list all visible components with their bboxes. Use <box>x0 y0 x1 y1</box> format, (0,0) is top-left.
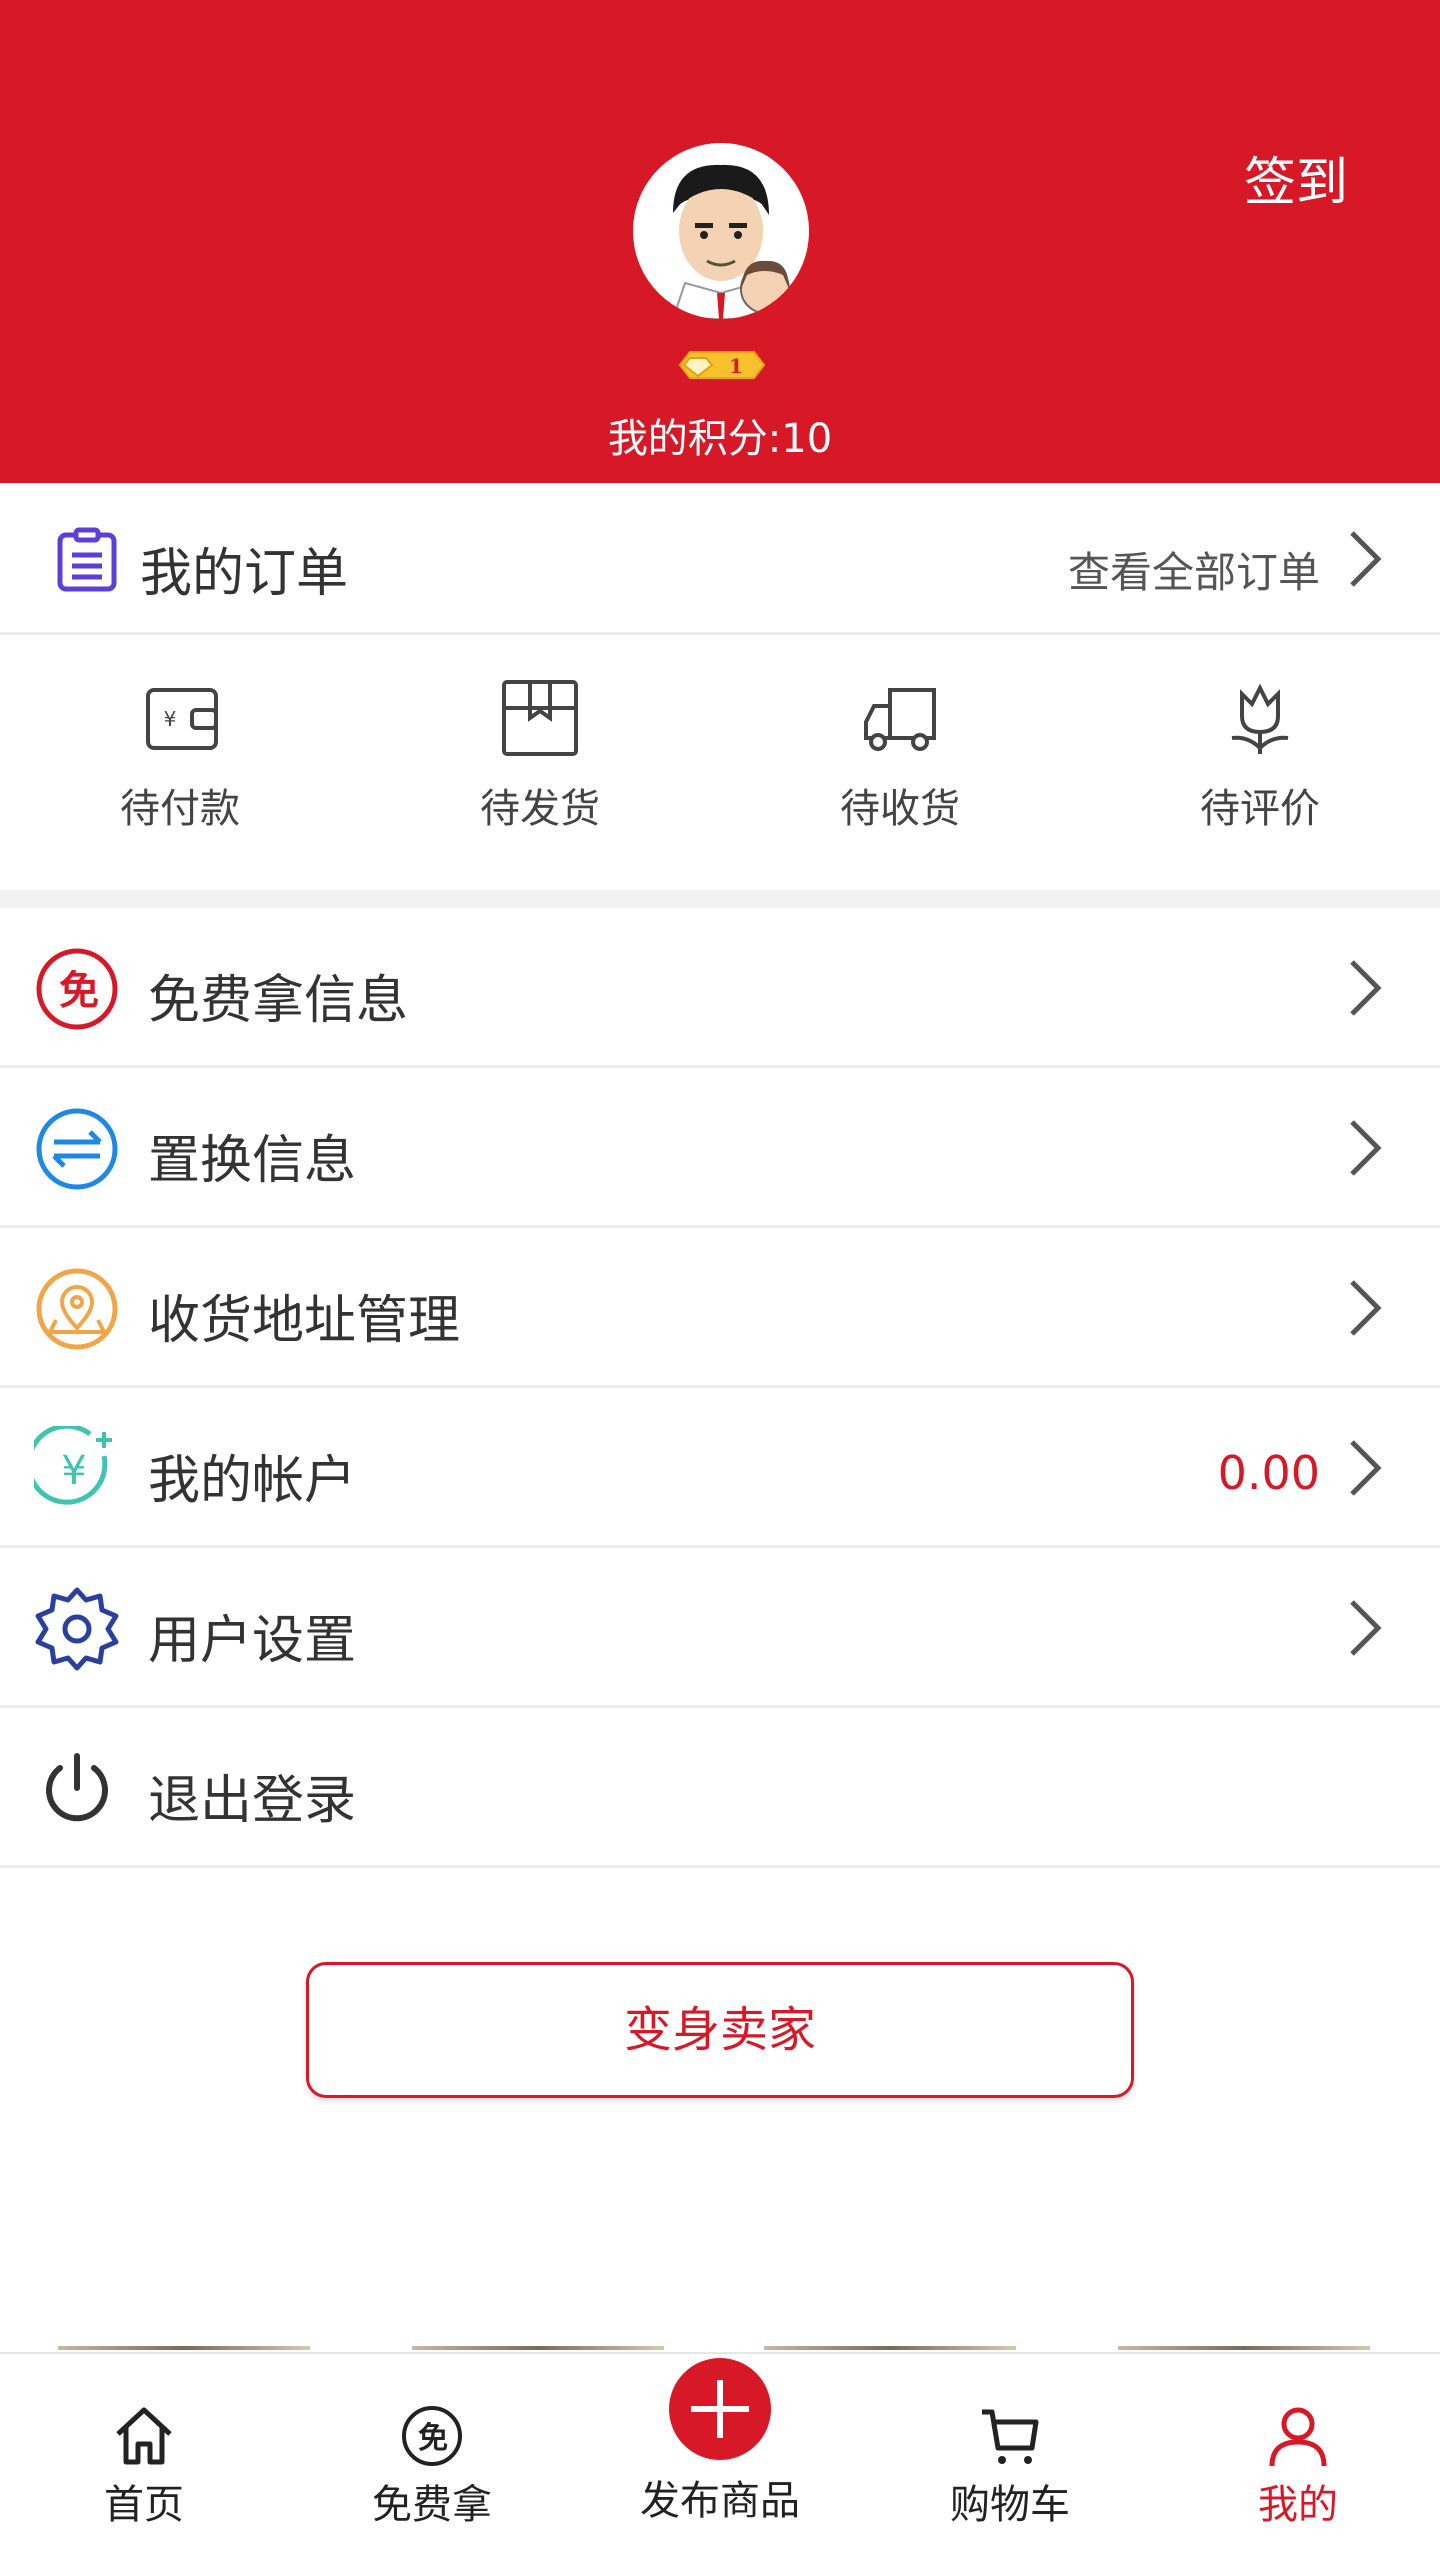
cart-icon <box>982 2409 1039 2464</box>
status-label: 待发货 <box>480 786 600 832</box>
level-number: 1 <box>729 354 743 378</box>
checkin-button[interactable]: 签到 <box>1244 140 1348 215</box>
order-status-row: ¥ 待付款 待发货 待收货 待评价 <box>0 638 1440 890</box>
menu-item-free-info[interactable]: 免 免费拿信息 <box>0 908 1440 1068</box>
menu-label: 我的帐户 <box>148 1451 357 1511</box>
yuan-icon: ¥ <box>34 1426 112 1505</box>
avatar[interactable] <box>633 143 809 319</box>
svg-text:免: 免 <box>59 968 99 1014</box>
free-icon: 免 <box>402 2406 462 2466</box>
free-icon: 免 <box>36 948 118 1030</box>
chevron-right-icon <box>1350 1600 1382 1656</box>
clipboard-icon <box>57 527 117 592</box>
status-pending-receipt[interactable]: 待收货 <box>750 678 1050 868</box>
status-pending-review[interactable]: 待评价 <box>1110 678 1410 868</box>
chevron-right-icon <box>1350 960 1382 1016</box>
menu-item-my-account[interactable]: ¥ 我的帐户 0.00 <box>0 1388 1440 1548</box>
status-label: 待付款 <box>120 786 240 832</box>
become-seller-button[interactable]: 变身卖家 <box>306 1962 1134 2098</box>
flower-icon <box>1231 683 1289 754</box>
section-divider <box>0 890 1440 908</box>
my-orders-row[interactable]: 我的订单 查看全部订单 <box>0 483 1440 635</box>
profile-header: 签到 1 我的积分:10 <box>0 0 1440 483</box>
chevron-right-icon <box>1350 531 1382 587</box>
svg-text:¥: ¥ <box>164 707 177 731</box>
exchange-icon <box>36 1108 118 1190</box>
menu-item-logout[interactable]: 退出登录 <box>0 1708 1440 1868</box>
status-pending-shipment[interactable]: 待发货 <box>390 678 690 868</box>
svg-text:免: 免 <box>418 2421 448 2456</box>
account-balance: 0.00 <box>1217 1446 1320 1500</box>
nav-label-publish[interactable]: 发布商品 <box>0 2468 1440 2526</box>
menu-label: 用户设置 <box>148 1611 357 1671</box>
points-text: 我的积分:10 <box>607 416 833 462</box>
truck-icon <box>864 688 936 751</box>
menu-label: 收货地址管理 <box>148 1291 461 1351</box>
wallet-icon: ¥ <box>146 688 218 750</box>
product-preview-strip <box>0 2344 1440 2352</box>
menu-label: 免费拿信息 <box>148 971 409 1031</box>
svg-text:¥: ¥ <box>61 1448 86 1494</box>
my-orders-title: 我的订单 <box>140 544 349 604</box>
status-pending-payment[interactable]: ¥ 待付款 <box>30 678 330 868</box>
avatar-image <box>633 143 809 319</box>
chevron-right-icon <box>1350 1440 1382 1496</box>
view-all-orders-link[interactable]: 查看全部订单 <box>1068 539 1320 600</box>
publish-button[interactable] <box>669 2358 771 2460</box>
plus-icon <box>691 2380 749 2438</box>
menu-label: 置换信息 <box>148 1131 357 1191</box>
menu-item-user-settings[interactable]: 用户设置 <box>0 1548 1440 1708</box>
status-label: 待评价 <box>1200 786 1320 832</box>
menu-item-exchange-info[interactable]: 置换信息 <box>0 1068 1440 1228</box>
chevron-right-icon <box>1350 1280 1382 1336</box>
gear-icon <box>35 1587 119 1671</box>
level-badge-icon: 1 <box>678 351 766 379</box>
box-icon <box>502 680 578 756</box>
home-icon <box>116 2407 172 2465</box>
map-pin-icon <box>36 1268 118 1350</box>
menu-label: 退出登录 <box>148 1771 357 1831</box>
user-icon <box>1269 2407 1327 2467</box>
power-icon <box>46 1753 108 1822</box>
chevron-right-icon <box>1350 1120 1382 1176</box>
menu-item-address-management[interactable]: 收货地址管理 <box>0 1228 1440 1388</box>
status-label: 待收货 <box>840 786 960 832</box>
